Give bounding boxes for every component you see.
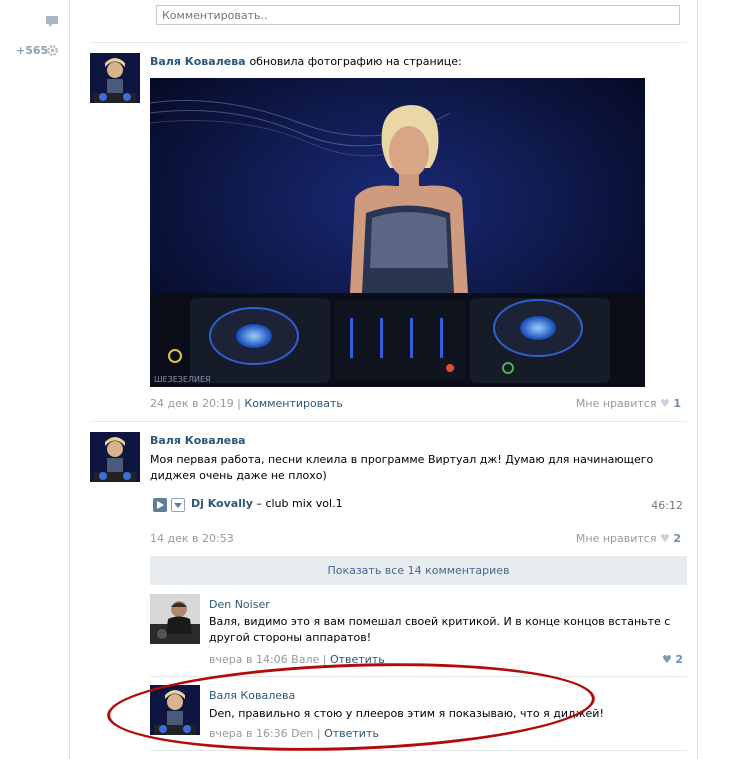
avatar-valya[interactable] xyxy=(90,432,140,482)
play-icon xyxy=(157,501,164,509)
post-action-text: обновила фотографию на странице: xyxy=(249,55,462,68)
post-author-link[interactable]: Валя Ковалева xyxy=(150,434,246,447)
heart-icon: ♥ xyxy=(659,532,670,545)
comment-link[interactable]: Комментировать xyxy=(244,397,342,410)
avatar-den-noiser[interactable] xyxy=(150,594,200,644)
post-date[interactable]: 24 дек в 20:19 xyxy=(150,397,234,410)
audio-track[interactable]: Dj Kovally – club mix vol.1 xyxy=(191,497,343,510)
heart-icon: ♥ xyxy=(659,397,670,410)
comment-like-count: 2 xyxy=(675,653,683,666)
like-count: 1 xyxy=(673,397,681,410)
audio-duration: 46:12 xyxy=(651,499,683,512)
post-date[interactable]: 14 дек в 20:53 xyxy=(150,532,234,545)
gear-icon[interactable] xyxy=(47,45,58,56)
left-column: +565 xyxy=(0,0,69,759)
comment-time[interactable]: вчера в 14:06 xyxy=(209,653,288,666)
audio-title: club mix vol.1 xyxy=(265,497,343,510)
comment-author-link[interactable]: Den Noiser xyxy=(209,598,270,611)
comment-text: Валя, видимо это я вам помешал своей кри… xyxy=(209,615,671,644)
show-all-comments-button[interactable]: Показать все 14 комментариев xyxy=(150,556,687,585)
audio-artist: Dj Kovally xyxy=(191,497,253,510)
post-author-link[interactable]: Валя Ковалева xyxy=(150,55,246,68)
counter-text: +565 xyxy=(16,44,49,57)
comment-bubble-icon[interactable] xyxy=(46,16,58,28)
comment-reply-to[interactable]: Вале xyxy=(291,653,319,666)
add-audio-button[interactable] xyxy=(171,498,185,512)
post-text: Моя первая работа, песни клеила в програ… xyxy=(150,453,654,482)
divider xyxy=(90,421,687,422)
like-label: Мне нравится xyxy=(575,532,657,545)
play-button[interactable] xyxy=(153,498,167,512)
like-count: 2 xyxy=(673,532,681,545)
add-audio-icon xyxy=(174,503,182,508)
divider xyxy=(90,42,687,43)
like-label: Мне нравится xyxy=(575,397,657,410)
audio-dash: – xyxy=(252,497,266,510)
divider xyxy=(150,750,687,751)
comment-input[interactable] xyxy=(156,5,680,25)
like-button[interactable]: Мне нравится ♥ 2 xyxy=(576,532,681,545)
post-photo[interactable]: ШЕЗЕЗЕЛИЕЯ xyxy=(150,78,645,387)
photo-watermark: ШЕЗЕЗЕЛИЕЯ xyxy=(154,375,211,384)
avatar-valya[interactable] xyxy=(90,53,140,103)
like-button[interactable]: Мне нравится ♥ 1 xyxy=(576,397,681,410)
comment-like-button[interactable]: ♥ 2 xyxy=(662,653,683,666)
heart-icon: ♥ xyxy=(661,653,672,666)
